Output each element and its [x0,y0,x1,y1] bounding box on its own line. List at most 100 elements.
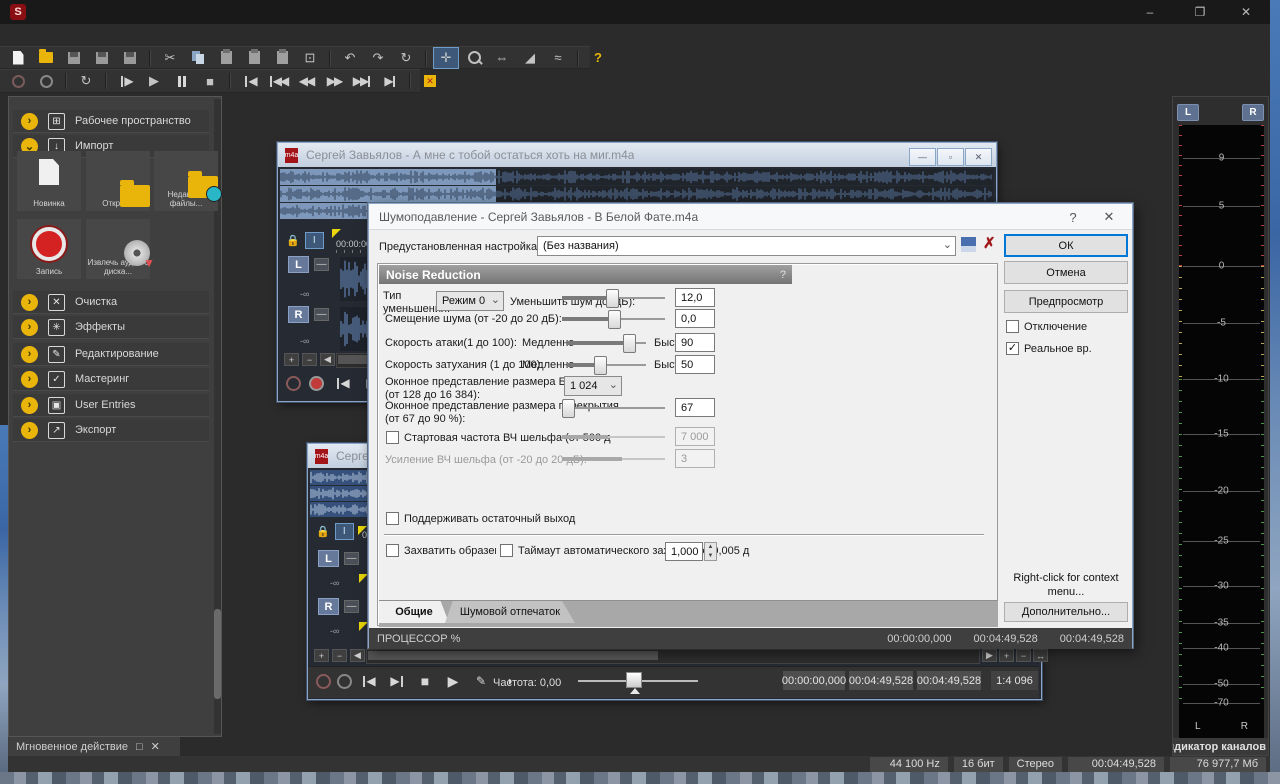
play-all-icon[interactable]: ▶ [114,71,138,91]
zoom-out-button[interactable]: − [302,353,317,366]
tab-noiseprint[interactable]: Шумовой отпечаток [445,601,575,623]
loop-marker[interactable] [359,622,368,631]
sidebar-section-workspace[interactable]: ›⊞Рабочее пространство [13,110,209,133]
overview-waveform[interactable] [496,169,993,185]
paste-mix-icon[interactable] [270,48,294,68]
channel-left-button[interactable]: L [288,256,309,273]
lock-icon[interactable]: 🔒 [286,234,300,247]
timeout-checkbox[interactable] [500,544,513,557]
meter-scale[interactable]: L R 950-5-10-15-20-25-30-35-40-50-70 [1179,125,1264,738]
save-all-icon[interactable] [118,48,142,68]
playhead-marker[interactable] [358,526,367,535]
paste-icon[interactable] [214,48,238,68]
play-icon[interactable]: ▶ [142,71,166,91]
zoom-out-button[interactable]: − [332,649,347,662]
window1-close-button[interactable]: ✕ [965,148,992,166]
tab-general[interactable]: Общие [379,601,449,623]
release-slider[interactable] [567,355,646,374]
scrub-tool-icon[interactable]: ✎ [470,671,492,691]
lock-icon[interactable]: 🔒 [316,525,330,538]
overview-waveform-selected[interactable] [280,186,496,202]
loop-marker[interactable] [359,574,368,583]
record-icon[interactable] [337,674,352,689]
go-to-end-icon[interactable]: ▶ [386,671,408,691]
plugin-help-icon[interactable]: ? [780,269,786,281]
ibeam-tool-icon[interactable]: I [306,233,323,248]
cut-icon[interactable]: ✂ [158,48,182,68]
overview-waveform[interactable] [496,186,993,202]
minimize-button[interactable]: – [1130,0,1170,24]
type-combobox[interactable]: Режим 0 [436,291,504,311]
fit-width-button[interactable]: ↔ [1033,649,1048,662]
sidebar-section-user-entries[interactable]: ›▣User Entries [13,394,209,417]
open-file-icon[interactable] [34,48,58,68]
rewind-fast-icon[interactable]: ◀◀ [266,71,290,91]
channel-right-button[interactable]: R [318,598,339,615]
save-as-icon[interactable] [90,48,114,68]
overlap-slider[interactable] [562,398,665,417]
zoom-in-button[interactable]: + [314,649,329,662]
dialog-titlebar[interactable]: Шумоподавление - Сергей Завьялов - В Бел… [369,204,1132,230]
residual-checkbox[interactable] [386,512,399,525]
expand-arrow-icon[interactable]: › [21,397,38,414]
record-remote-icon[interactable] [316,674,331,689]
meter-right-button[interactable]: R [1242,104,1264,121]
horizontal-scrollbar[interactable] [366,649,980,664]
window1-titlebar[interactable]: m4a Сергей Завьялов - А мне с тобой оста… [278,143,996,167]
sidebar-section-cleanup[interactable]: ›✕Очистка [13,291,209,314]
redo-icon[interactable]: ↷ [366,48,390,68]
timeline-ruler[interactable]: 00:00:00 [336,239,371,249]
sidebar-section-effects[interactable]: ›✳Эффекты [13,316,209,339]
import-tile-open-folder[interactable]: Открыть [86,151,150,211]
zoom-in-button[interactable]: + [999,649,1014,662]
realtime-checkbox[interactable]: ✓ [1006,342,1019,355]
undo-icon[interactable]: ↶ [338,48,362,68]
delete-preset-icon[interactable]: ✗ [983,234,996,252]
quick-action-tab[interactable]: Мгновенное действие □ ✕ [8,737,180,756]
scroll-right-button[interactable]: ▶ [982,649,997,662]
ok-button[interactable]: ОК [1004,234,1128,257]
save-preset-icon[interactable] [961,237,976,252]
forward-icon[interactable]: ▶▶ [322,71,346,91]
cancel-button[interactable]: Отмена [1004,261,1128,284]
stop-icon[interactable]: ■ [198,71,222,91]
record-remote-icon[interactable] [6,71,30,91]
repeat-icon[interactable]: ↻ [394,48,418,68]
edit-tool-icon[interactable]: ✛ [434,48,458,68]
record-remote-icon[interactable] [286,376,301,391]
overlap-value-field[interactable]: 67 [675,398,715,417]
scrub-slider-thumb[interactable] [626,672,642,688]
fft-combobox[interactable]: 1 024 [564,376,622,396]
shelf-freq-checkbox[interactable] [386,431,399,444]
paste-special-icon[interactable] [242,48,266,68]
window1-restore-button[interactable]: ▫ [937,148,964,166]
go-to-start-icon[interactable]: ◀ [358,671,380,691]
timeout-spinner[interactable]: ▲▼ [704,542,717,561]
app-titlebar[interactable]: S – ❐ ✕ [0,0,1270,24]
marker-drop-icon[interactable]: ✕ [418,71,442,91]
import-tile-extract-audio[interactable]: Извлечь аудио с диска... [86,219,150,279]
zoom-in-button[interactable]: + [284,353,299,366]
bypass-checkbox[interactable] [1006,320,1019,333]
release-value-field[interactable]: 50 [675,355,715,374]
attack-value-field[interactable]: 90 [675,333,715,352]
preview-button[interactable]: Предпросмотр [1004,290,1128,313]
meter-left-button[interactable]: L [1177,104,1199,121]
expand-arrow-icon[interactable]: › [21,346,38,363]
event-tool-icon[interactable]: ⇔ [490,48,514,68]
channel-right-collapse-button[interactable]: — [344,600,359,613]
close-button[interactable]: ✕ [1226,0,1266,24]
window1-minimize-button[interactable]: — [909,148,936,166]
envelope-tool-icon[interactable]: ≈ [546,48,570,68]
pin-icon[interactable]: □ [136,741,143,753]
channel-left-collapse-button[interactable]: — [344,552,359,565]
channel-right-collapse-button[interactable]: — [314,308,329,321]
sidebar-section-editing[interactable]: ›✎Редактирование [13,343,209,366]
expand-arrow-icon[interactable]: › [21,113,38,130]
fade-tool-icon[interactable]: ◢ [518,48,542,68]
expand-arrow-icon[interactable]: › [21,294,38,311]
go-to-start-icon[interactable]: ◀ [332,373,354,393]
playhead-marker[interactable] [332,229,341,238]
channel-left-collapse-button[interactable]: — [314,258,329,271]
dialog-help-icon[interactable]: ? [1060,208,1086,226]
